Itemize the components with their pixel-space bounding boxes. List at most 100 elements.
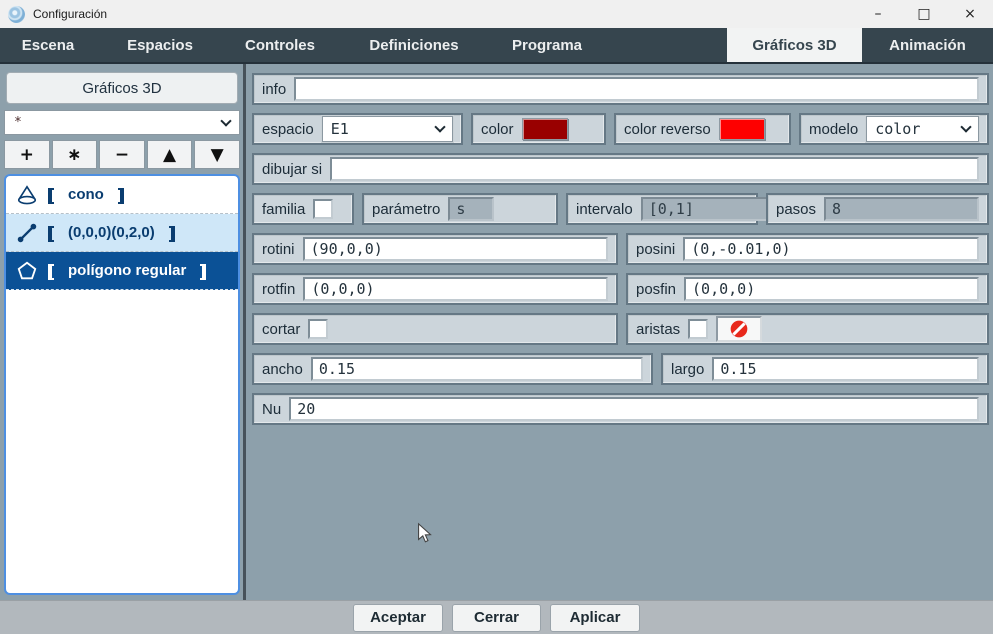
modelo-label: modelo	[809, 121, 858, 138]
aristas-checkbox[interactable]	[688, 319, 708, 339]
parametro-label: parámetro	[372, 201, 440, 218]
row-rot-pos-fin: rotfin posfin	[252, 273, 989, 305]
list-item-label: polígono regular	[68, 262, 186, 279]
intervalo-panel: intervalo	[566, 193, 758, 225]
posini-label: posini	[636, 241, 675, 258]
familia-panel: familia	[252, 193, 354, 225]
modelo-value: color	[875, 120, 956, 138]
cone-icon	[16, 184, 38, 206]
close-dialog-button[interactable]: Cerrar	[452, 604, 541, 632]
rotfin-input[interactable]	[303, 277, 608, 301]
parametro-input[interactable]	[448, 197, 494, 221]
aristas-label: aristas	[636, 321, 680, 338]
chevron-down-icon	[434, 121, 445, 132]
largo-input[interactable]	[712, 357, 979, 381]
list-item-label: cono	[68, 186, 104, 203]
color-panel: color	[471, 113, 606, 145]
list-item-poligono-regular[interactable]: polígono regular	[6, 252, 238, 290]
nu-label: Nu	[262, 401, 281, 418]
tab-definiciones[interactable]: Definiciones	[336, 28, 492, 62]
pasos-input[interactable]	[824, 197, 979, 221]
close-button[interactable]: ×	[947, 0, 993, 28]
tab-animacion[interactable]: Animación	[862, 28, 993, 62]
remove-object-button[interactable]: −	[99, 140, 145, 169]
sidebar-header: Gráficos 3D	[6, 72, 238, 104]
color-swatch[interactable]	[522, 118, 568, 140]
posfin-input[interactable]	[684, 277, 979, 301]
espacio-panel: espacio E1	[252, 113, 463, 145]
cortar-panel: cortar	[252, 313, 618, 345]
tab-escena[interactable]: Escena	[0, 28, 96, 62]
row-familia: familia parámetro intervalo pasos	[252, 193, 989, 225]
list-item-cono[interactable]: cono	[6, 176, 238, 214]
move-down-button[interactable]: ▼	[194, 140, 240, 169]
object-filter-select[interactable]: *	[4, 110, 240, 135]
row-info: info	[252, 73, 989, 105]
posfin-label: posfin	[636, 281, 676, 298]
ancho-label: ancho	[262, 361, 303, 378]
posini-panel: posini	[626, 233, 989, 265]
modelo-select[interactable]: color	[866, 116, 979, 142]
window-title: Configuración	[33, 7, 107, 21]
object-toolbar: + ∗ − ▲ ▼	[4, 140, 240, 169]
duplicate-object-button[interactable]: ∗	[52, 140, 98, 169]
objects-sidebar: Gráficos 3D * + ∗ − ▲ ▼	[0, 64, 246, 602]
color-reverso-swatch[interactable]	[719, 118, 765, 140]
nu-panel: Nu	[252, 393, 989, 425]
window-controls: – □ ×	[855, 0, 993, 28]
bracket-open	[48, 188, 54, 204]
info-input[interactable]	[294, 77, 979, 101]
tab-controles[interactable]: Controles	[224, 28, 336, 62]
main-area: Gráficos 3D * + ∗ − ▲ ▼	[0, 62, 993, 600]
nu-input[interactable]	[289, 397, 979, 421]
pentagon-icon	[16, 260, 38, 282]
list-item-label: (0,0,0)(0,2,0)	[68, 224, 155, 241]
info-label: info	[262, 81, 286, 98]
apply-button[interactable]: Aplicar	[550, 604, 640, 632]
largo-panel: largo	[661, 353, 989, 385]
info-panel: info	[252, 73, 989, 105]
modelo-panel: modelo color	[799, 113, 989, 145]
accept-button[interactable]: Aceptar	[353, 604, 443, 632]
row-rot-pos-ini: rotini posini	[252, 233, 989, 265]
intervalo-input[interactable]	[641, 197, 783, 221]
familia-label: familia	[262, 201, 305, 218]
dibujar-si-panel: dibujar si	[252, 153, 989, 185]
tab-spacer	[602, 28, 727, 62]
dibujar-si-input[interactable]	[330, 157, 979, 181]
cortar-checkbox[interactable]	[308, 319, 328, 339]
chevron-down-icon	[220, 115, 231, 126]
bracket-open	[48, 264, 54, 280]
espacio-select[interactable]: E1	[322, 116, 453, 142]
pasos-label: pasos	[776, 201, 816, 218]
footer-bar: Aceptar Cerrar Aplicar	[0, 600, 993, 634]
list-item-segmento[interactable]: (0,0,0)(0,2,0)	[6, 214, 238, 252]
segment-icon	[16, 222, 38, 244]
posini-input[interactable]	[683, 237, 979, 261]
tab-programa[interactable]: Programa	[492, 28, 602, 62]
bracket-close	[169, 226, 175, 242]
row-nu: Nu	[252, 393, 989, 425]
ancho-panel: ancho	[252, 353, 653, 385]
ancho-input[interactable]	[311, 357, 643, 381]
row-space-color: espacio E1 color color reverso modelo co…	[252, 113, 989, 145]
aristas-color-button[interactable]	[716, 316, 762, 342]
cortar-label: cortar	[262, 321, 300, 338]
bracket-open	[48, 226, 54, 242]
rotfin-label: rotfin	[262, 281, 295, 298]
move-up-button[interactable]: ▲	[147, 140, 193, 169]
posfin-panel: posfin	[626, 273, 989, 305]
add-object-button[interactable]: +	[4, 140, 50, 169]
color-label: color	[481, 121, 514, 138]
rotfin-panel: rotfin	[252, 273, 618, 305]
dibujar-si-label: dibujar si	[262, 161, 322, 178]
row-cortar-aristas: cortar aristas	[252, 313, 989, 345]
rotini-input[interactable]	[303, 237, 608, 261]
color-reverso-panel: color reverso	[614, 113, 791, 145]
maximize-button[interactable]: □	[901, 0, 947, 28]
tab-bar: Escena Espacios Controles Definiciones P…	[0, 28, 993, 62]
familia-checkbox[interactable]	[313, 199, 333, 219]
minimize-button[interactable]: –	[855, 0, 901, 28]
tab-espacios[interactable]: Espacios	[96, 28, 224, 62]
tab-graficos-3d[interactable]: Gráficos 3D	[727, 28, 862, 62]
